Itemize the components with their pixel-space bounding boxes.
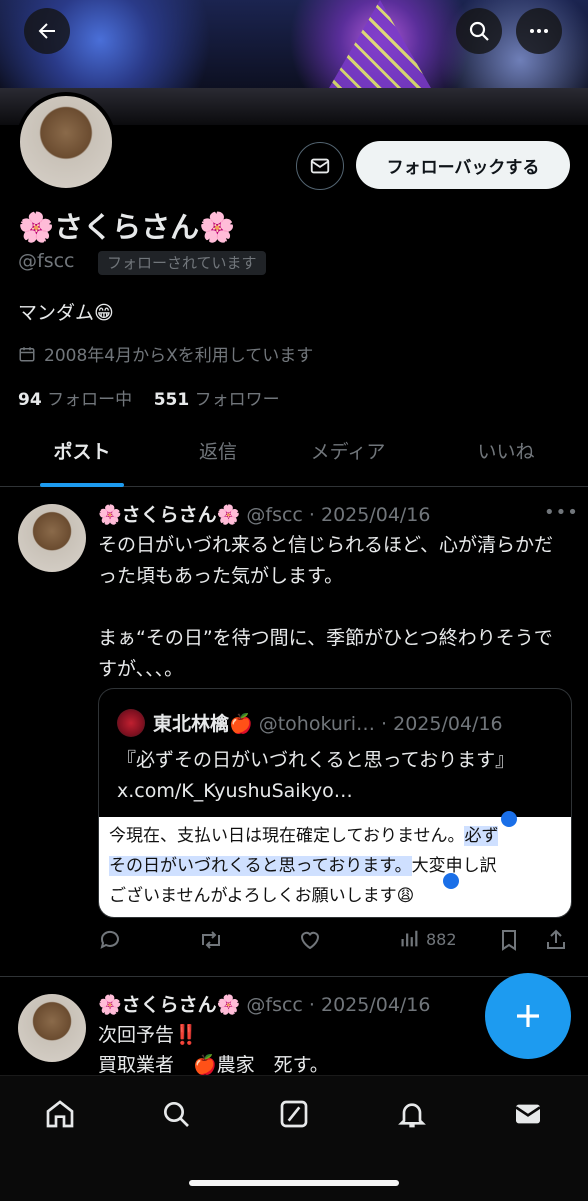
back-arrow-icon bbox=[38, 23, 55, 39]
search-icon bbox=[164, 1102, 189, 1127]
followers-link[interactable]: 551 フォロワー bbox=[154, 390, 280, 410]
quote-image[interactable]: 今現在、支払い日は現在確定しておりません。必ず その日がいづれくると思っておりま… bbox=[99, 811, 571, 917]
joined-date: 2008年4月からXを利用しています bbox=[18, 341, 313, 366]
share-icon bbox=[547, 929, 565, 949]
following-link[interactable]: 94 フォロー中 bbox=[18, 390, 132, 410]
more-icon bbox=[530, 29, 548, 33]
follow-stats: 94 フォロー中 551 フォロワー bbox=[18, 385, 280, 410]
post-avatar[interactable] bbox=[18, 504, 86, 572]
tab-likes[interactable]: いいね bbox=[466, 426, 546, 486]
post-text: その日がいづれ来ると信じられるほど、心が清らかだった頃もあった気がします。 まぁ… bbox=[98, 534, 554, 680]
bookmark-button[interactable] bbox=[498, 928, 520, 952]
post-author-name[interactable]: 🌸さくらさん🌸 bbox=[98, 994, 240, 1016]
calendar-icon bbox=[19, 346, 35, 361]
reply-icon bbox=[100, 930, 119, 949]
home-icon bbox=[46, 1100, 74, 1128]
post-meta: @fscc · 2025/04/16 bbox=[246, 504, 431, 526]
mail-icon bbox=[515, 1104, 541, 1124]
grok-icon bbox=[280, 1100, 308, 1128]
follow-back-button[interactable]: フォローバックする bbox=[356, 141, 570, 189]
post-avatar[interactable] bbox=[18, 994, 86, 1062]
quote-text: 『必ずその日がいづれくると思っております』 x.com/K_KyushuSaik… bbox=[117, 749, 515, 802]
nav-home[interactable] bbox=[40, 1094, 80, 1134]
message-button[interactable] bbox=[296, 142, 344, 190]
follows-you-badge: フォローされています bbox=[98, 251, 266, 275]
bookmark-icon bbox=[502, 930, 516, 951]
home-indicator bbox=[189, 1180, 399, 1186]
views-icon bbox=[401, 930, 418, 947]
post-header: 🌸さくらさん🌸 @fscc · 2025/04/16 bbox=[98, 500, 430, 527]
bell-icon bbox=[398, 1103, 426, 1128]
selection-handle-start bbox=[501, 811, 517, 827]
post-divider bbox=[0, 976, 588, 977]
compose-button[interactable] bbox=[485, 973, 571, 1059]
active-tab-indicator bbox=[40, 483, 124, 487]
back-button[interactable] bbox=[24, 8, 70, 54]
tab-media[interactable]: メディア bbox=[296, 426, 400, 486]
more-button[interactable] bbox=[516, 8, 562, 54]
quote-avatar bbox=[117, 709, 145, 737]
profile-handle: @fscc bbox=[18, 250, 75, 272]
nav-search[interactable] bbox=[156, 1094, 196, 1134]
reply-button[interactable] bbox=[98, 928, 122, 952]
heart-icon bbox=[300, 931, 320, 950]
repost-icon bbox=[202, 931, 220, 949]
banner-illumination-tree bbox=[325, 0, 435, 95]
selection-handle-end bbox=[443, 873, 459, 889]
search-icon bbox=[469, 21, 489, 41]
quote-header: 東北林檎🍎 @tohokuri… · 2025/04/16 bbox=[153, 709, 503, 736]
search-button[interactable] bbox=[456, 8, 502, 54]
tab-replies[interactable]: 返信 bbox=[178, 426, 258, 486]
quote-image-text: 今現在、支払い日は現在確定しておりません。必ず その日がいづれくると思っておりま… bbox=[109, 826, 499, 906]
share-button[interactable] bbox=[544, 928, 568, 952]
nav-notifications[interactable] bbox=[392, 1094, 432, 1134]
quote-author-name: 東北林檎🍎 bbox=[153, 713, 253, 735]
profile-name: 🌸さくらさん🌸 bbox=[18, 210, 236, 244]
post-more-icon[interactable]: ••• bbox=[544, 502, 579, 523]
joined-text: 2008年4月からXを利用しています bbox=[44, 346, 314, 366]
post-actions: 882 bbox=[98, 928, 570, 960]
profile-bio: マンダム😁 bbox=[18, 302, 114, 324]
views-count: 882 bbox=[426, 929, 457, 949]
quoted-post[interactable]: 東北林檎🍎 @tohokuri… · 2025/04/16 『必ずその日がいづれ… bbox=[98, 688, 572, 918]
nav-messages[interactable] bbox=[508, 1094, 548, 1134]
like-button[interactable] bbox=[298, 928, 322, 952]
mail-icon bbox=[310, 158, 330, 174]
post-header: 🌸さくらさん🌸 @fscc · 2025/04/16 bbox=[98, 990, 430, 1017]
post-author-name[interactable]: 🌸さくらさん🌸 bbox=[98, 504, 240, 526]
profile-avatar[interactable] bbox=[16, 92, 116, 192]
post-meta: @fscc · 2025/04/16 bbox=[246, 994, 431, 1016]
quote-meta: @tohokuri… · 2025/04/16 bbox=[258, 713, 503, 735]
plus-icon bbox=[517, 1005, 539, 1027]
nav-grok[interactable] bbox=[274, 1094, 314, 1134]
views-button[interactable]: 882 bbox=[398, 928, 457, 950]
profile-tabs: ポスト 返信 メディア いいね bbox=[0, 426, 588, 487]
repost-button[interactable] bbox=[198, 928, 224, 952]
tab-posts[interactable]: ポスト bbox=[40, 426, 124, 486]
